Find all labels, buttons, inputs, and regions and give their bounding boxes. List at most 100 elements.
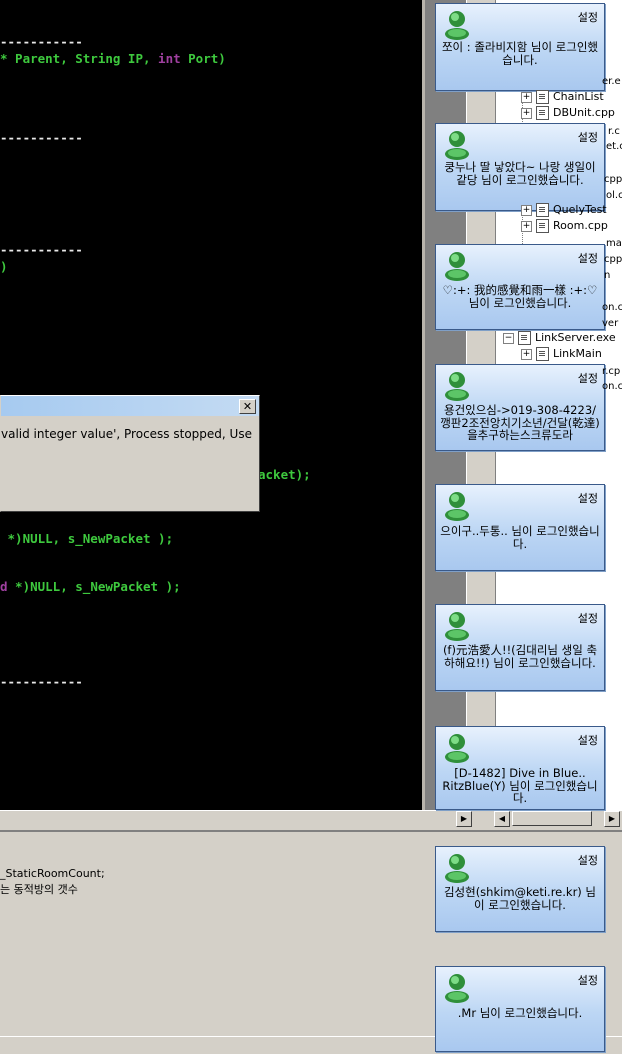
login-notification[interactable]: 설정으이구..두통.. 님이 로그인했습니다. [435,484,605,571]
file-icon [536,203,549,217]
login-notification[interactable]: 설정용건있으심->019-308-4223/깽판2조전앙치기소년/건달(乾達)을… [435,364,605,451]
expand-icon[interactable]: + [521,91,532,103]
msn-buddy-icon [445,734,469,763]
login-notification[interactable]: 설정쪼이 : 졸라비지함 님이 로그인했습니다. [435,3,605,91]
tree-item-label: DBUnit.cpp [553,106,615,119]
tree-item-label: cpp [604,174,622,185]
code-token: *)NULL, s_NewPacket ); [7,579,181,594]
collapse-icon[interactable]: − [503,332,514,344]
notification-message: .Mr 님이 로그인했습니다. [457,1007,583,1020]
tree-item-label: r.c [608,126,620,137]
msn-buddy-icon [445,131,469,160]
dialog-title-bar[interactable]: ✕ [1,396,259,416]
msn-buddy-icon [445,612,469,641]
notification-message: [D-1482] Dive in Blue.. RitzBlue(Y) 님이 로… [442,767,598,805]
settings-link[interactable]: 설정 [578,9,598,25]
tree-item-label: cpp [604,254,622,265]
code-token: ----------- [0,130,83,145]
login-notification[interactable]: 설정 [D-1482] Dive in Blue.. RitzBlue(Y) 님이… [435,726,605,810]
code-line: ----------- [0,130,83,146]
code-token: *)NULL, s_NewPacket ); [0,531,174,546]
tree-item-label: Room.cpp [553,219,608,232]
tree-item-label: er.e [602,76,621,87]
file-icon [536,347,549,361]
tree-item-label: QuelyTest [553,203,607,216]
settings-link[interactable]: 설정 [578,250,598,266]
settings-link[interactable]: 설정 [578,732,598,748]
settings-link[interactable]: 설정 [578,490,598,506]
msn-buddy-icon [445,252,469,281]
code-line: acket); [258,467,311,483]
tree-item[interactable]: + Room.cpp [521,219,608,233]
tree-item[interactable]: − LinkServer.exe [503,331,616,345]
output-line: 는 동적방의 갯수 [0,883,78,896]
output-text-area[interactable]: _StaticRoomCount; 는 동적방의 갯수 [0,834,428,1034]
expand-icon[interactable]: + [521,204,532,216]
expand-icon[interactable]: + [521,348,532,360]
tree-item-label: n [604,270,611,281]
tree-item[interactable]: + QuelyTest [521,203,607,217]
code-token: Port) [180,51,226,66]
login-notification[interactable]: 설정쿵누나 딸 낳았다~ 나랑 생일이 같당 님이 로그인했습니다. [435,123,605,211]
code-token: int [158,51,181,66]
code-line: ----------- [0,34,83,50]
code-line: ----------- [0,674,83,690]
output-line: _StaticRoomCount; [0,867,105,880]
file-icon [536,106,549,120]
msn-buddy-icon [445,974,469,1003]
error-dialog: ✕ valid integer value', Process stopped,… [0,395,260,512]
settings-link[interactable]: 설정 [578,972,598,988]
notification-message: 쪼이 : 졸라비지함 님이 로그인했습니다. [441,41,599,67]
login-notification[interactable]: 설정 (f)元浩愛人!!(김대리님 생일 축하해요!!) 님이 로그인했습니다. [435,604,605,691]
scroll-thumb[interactable] [512,811,592,826]
login-notification[interactable]: 설정 .Mr 님이 로그인했습니다. [435,966,605,1052]
tree-item-label: on.c [602,302,622,313]
tree-item-label: ver [602,318,619,329]
executable-icon [518,331,531,345]
code-line: * Parent, String IP, int Port) [0,51,226,67]
settings-link[interactable]: 설정 [578,852,598,868]
settings-link[interactable]: 설정 [578,129,598,145]
expand-icon[interactable]: + [521,220,532,232]
code-line: *)NULL, s_NewPacket ); [0,531,174,547]
msn-buddy-icon [445,372,469,401]
scroll-right-icon[interactable]: ▶ [456,811,472,827]
tree-item[interactable]: + ChainList [521,90,604,104]
scroll-right-end-icon[interactable]: ▶ [604,811,620,827]
close-button[interactable]: ✕ [239,399,256,414]
code-token: d [0,579,8,594]
code-token: ----------- [0,242,83,257]
notification-message: 쿵누나 딸 낳았다~ 나랑 생일이 같당 님이 로그인했습니다. [444,161,596,187]
tree-item[interactable]: + DBUnit.cpp [521,106,615,120]
code-line: ) [0,259,8,275]
login-notification[interactable]: 설정 ♡:+: 我的感覺和雨一樣 :+:♡ 님이 로그인했습니다. [435,244,605,330]
file-icon [536,90,549,104]
code-line: ----------- [0,242,83,258]
expand-icon[interactable]: + [521,107,532,119]
msn-buddy-icon [445,492,469,521]
code-token: acket); [258,467,311,482]
tree-item-label: on.c [602,381,622,392]
notification-message: ♡:+: 我的感覺和雨一樣 :+:♡ 님이 로그인했습니다. [442,284,598,310]
tree-item[interactable]: + LinkMain [521,347,602,361]
scroll-left-icon[interactable]: ◀ [494,811,510,827]
code-line: d *)NULL, s_NewPacket ); [0,579,181,595]
notification-message: 용건있으심->019-308-4223/깽판2조전앙치기소년/건달(乾達)을추구… [440,404,600,442]
login-notification[interactable]: 설정김성현(shkim@keti.re.kr) 님이 로그인했습니다. [435,846,605,932]
notification-message: (f)元浩愛人!!(김대리님 생일 축하해요!!) 님이 로그인했습니다. [442,644,598,670]
msn-buddy-icon [445,11,469,40]
tree-item-label: ol.c [606,190,622,201]
msn-buddy-icon [445,854,469,883]
settings-link[interactable]: 설정 [578,610,598,626]
notification-message: 으이구..두통.. 님이 로그인했습니다. [440,525,600,551]
file-icon [536,219,549,233]
tree-item-label: ChainList [553,90,604,103]
settings-link[interactable]: 설정 [578,370,598,386]
notification-message: 김성현(shkim@keti.re.kr) 님이 로그인했습니다. [443,886,597,912]
tree-item-label: ma [606,238,622,249]
tree-item-label: r.cp [602,366,621,377]
tree-item-label: et.c [606,141,622,152]
tree-item-label: LinkServer.exe [535,331,616,344]
code-token: ----------- [0,34,83,49]
code-token: ) [0,259,8,274]
